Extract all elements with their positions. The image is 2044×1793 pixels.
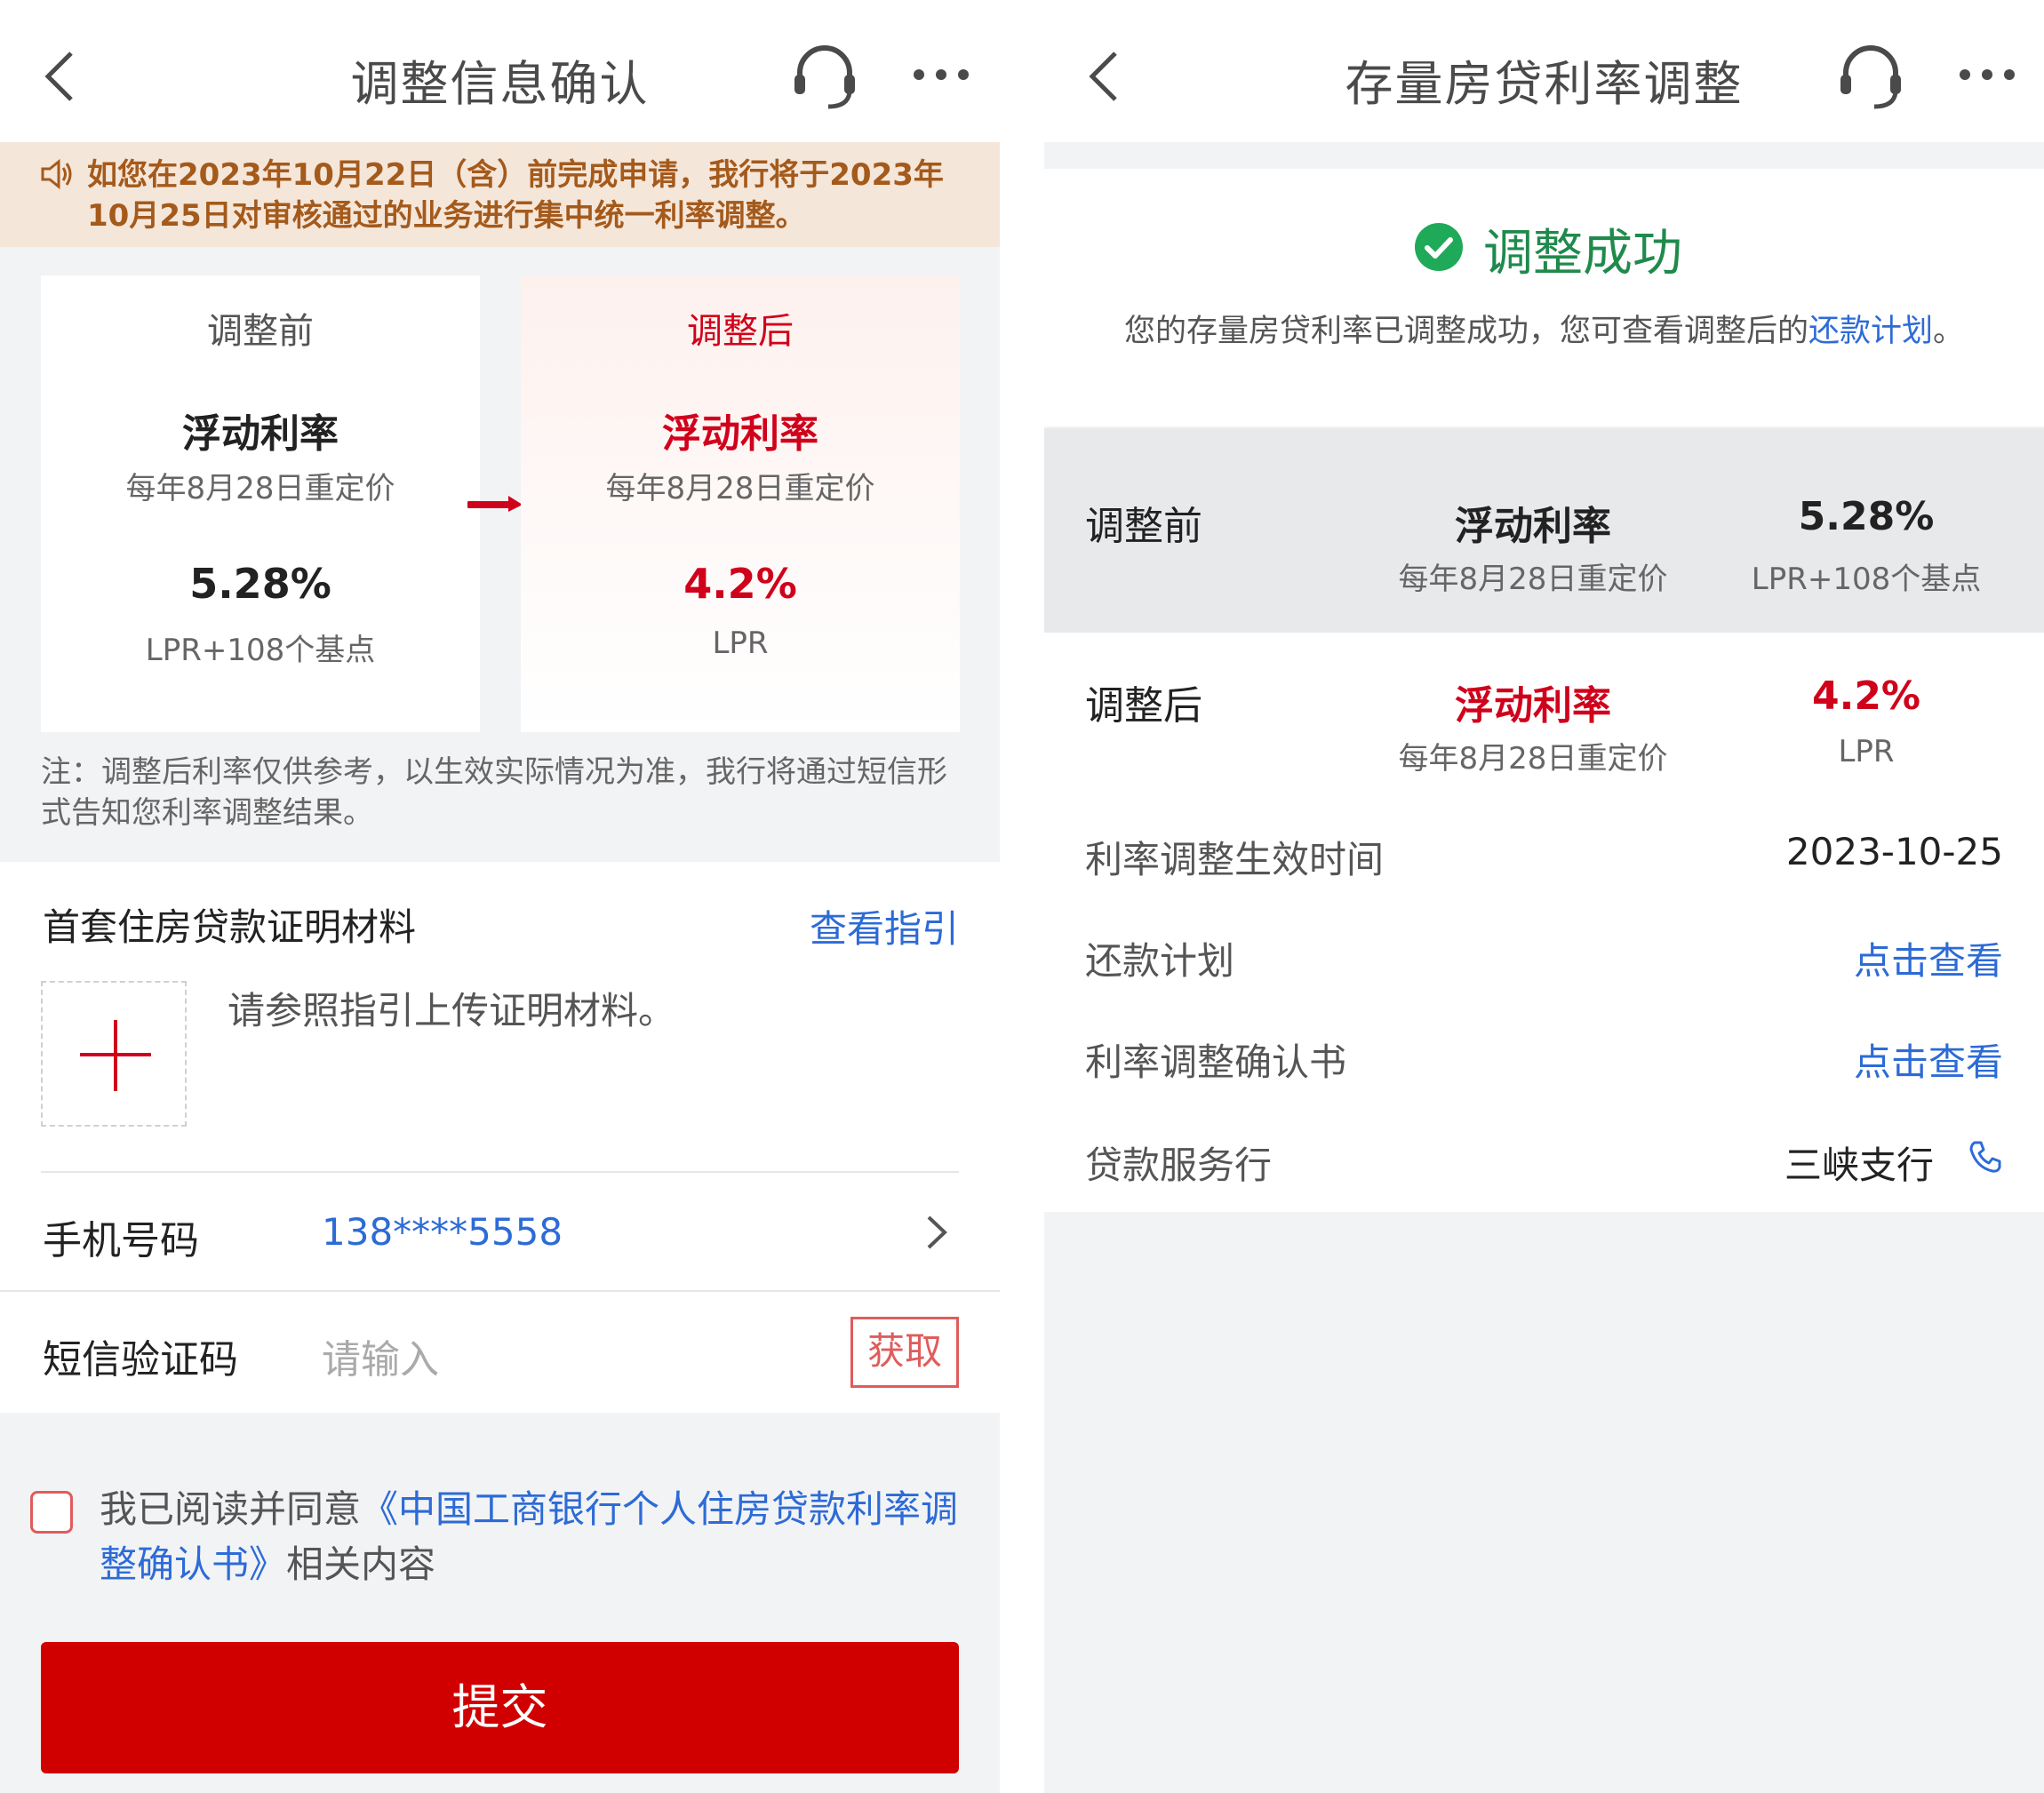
effective-date-value: 2023-10-25 <box>1785 830 2003 873</box>
notice-banner: 如您在2023年10月22日（含）前完成申请，我行将于2023年10月25日对审… <box>0 142 1000 247</box>
before-rate-type: 浮动利率 <box>1455 504 1611 549</box>
before-repricing: 每年8月28日重定价 <box>1398 562 1668 597</box>
chevron-right-icon[interactable] <box>923 1212 950 1253</box>
before-label: 调整前 <box>1085 504 1202 549</box>
after-title: 调整后 <box>687 311 794 352</box>
section-title: 首套住房贷款证明材料 <box>43 905 417 949</box>
branch-value: 三峡支行 <box>1784 1144 1934 1187</box>
after-repricing: 每年8月28日重定价 <box>605 471 875 506</box>
repayment-plan-label: 还款计划 <box>1085 939 1235 983</box>
arrow-right-icon <box>467 496 523 512</box>
reference-note: 注：调整后利率仅供参考，以生效实际情况为准，我行将通过短信形式告知您利率调整结果… <box>41 754 947 831</box>
before-rate: 5.28% <box>1798 494 1935 539</box>
headset-icon[interactable] <box>1835 41 1906 112</box>
before-rate: 5.28% <box>189 560 331 608</box>
after-rate-desc: LPR <box>1838 734 1895 769</box>
nav-bar: 调整信息确认 <box>0 0 1000 142</box>
effective-date-label: 利率调整生效时间 <box>1085 838 1385 881</box>
confirm-letter-view-link[interactable]: 点击查看 <box>1854 1032 2003 1087</box>
before-card: 调整前 浮动利率 每年8月28日重定价 5.28% LPR+108个基点 <box>41 275 480 732</box>
divider <box>41 1171 959 1173</box>
after-label: 调整后 <box>1085 683 1202 729</box>
adjust-result-screen: 存量房贷利率调整 调整成功 您的存量房贷利率已调整成功，您可查看调整后的还款计划… <box>1044 0 2044 1793</box>
after-card: 调整后 浮动利率 每年8月28日重定价 4.2% LPR <box>521 275 960 732</box>
after-rate: 4.2% <box>683 560 797 608</box>
before-rate-desc: LPR+108个基点 <box>145 633 376 668</box>
before-repricing: 每年8月28日重定价 <box>125 471 395 506</box>
repayment-plan-view-link[interactable]: 点击查看 <box>1854 931 2003 985</box>
speaker-icon <box>41 158 72 190</box>
submit-button[interactable]: 提交 <box>41 1642 959 1773</box>
more-icon[interactable] <box>910 57 972 92</box>
result-block <box>1044 169 2044 426</box>
check-circle-icon <box>1415 223 1463 271</box>
before-rate-type: 浮动利率 <box>182 411 339 457</box>
sms-code-input[interactable]: 请输入 <box>322 1327 439 1384</box>
after-rate-desc: LPR <box>712 626 769 661</box>
headset-icon[interactable] <box>789 41 860 112</box>
branch-label: 贷款服务行 <box>1085 1144 1273 1187</box>
before-title: 调整前 <box>207 311 314 352</box>
after-rate-type: 浮动利率 <box>1455 683 1611 729</box>
adjust-confirm-screen: 调整信息确认 如您在2023年10月22日（含）前完成申请，我行将于2023年1… <box>0 0 1000 1793</box>
after-repricing: 每年8月28日重定价 <box>1398 741 1668 777</box>
status-title: 调整成功 <box>1483 225 1682 283</box>
upload-button[interactable] <box>41 981 187 1127</box>
repayment-plan-link[interactable]: 还款计划 <box>1808 314 1933 349</box>
upload-hint: 请参照指引上传证明材料。 <box>228 989 676 1032</box>
nav-bar: 存量房贷利率调整 <box>1044 0 2044 142</box>
phone-icon[interactable] <box>1968 1139 2003 1175</box>
detail-block: 调整后 浮动利率 每年8月28日重定价 4.2% LPR 利率调整生效时间 20… <box>1044 633 2044 1212</box>
confirm-letter-label: 利率调整确认书 <box>1085 1040 1347 1084</box>
divider <box>0 1290 1000 1292</box>
notice-text: 如您在2023年10月22日（含）前完成申请，我行将于2023年10月25日对审… <box>87 157 944 234</box>
status-desc: 您的存量房贷利率已调整成功，您可查看调整后的还款计划。 <box>1123 314 1965 349</box>
agreement-text: 我已阅读并同意《中国工商银行个人住房贷款利率调整确认书》相关内容 <box>100 1487 959 1586</box>
after-rate: 4.2% <box>1811 673 1921 719</box>
get-code-button[interactable]: 获取 <box>850 1317 959 1388</box>
more-icon[interactable] <box>1956 57 2018 92</box>
phone-label: 手机号码 <box>43 1218 199 1263</box>
before-rate-desc: LPR+108个基点 <box>1751 562 1982 597</box>
view-guide-link[interactable]: 查看指引 <box>810 899 959 953</box>
before-row: 调整前 浮动利率 每年8月28日重定价 5.28% LPR+108个基点 <box>1044 428 2044 633</box>
phone-value[interactable]: 138****5558 <box>322 1210 563 1254</box>
after-rate-type: 浮动利率 <box>662 411 818 457</box>
agree-checkbox[interactable] <box>30 1491 73 1534</box>
sms-label: 短信验证码 <box>43 1337 238 1383</box>
